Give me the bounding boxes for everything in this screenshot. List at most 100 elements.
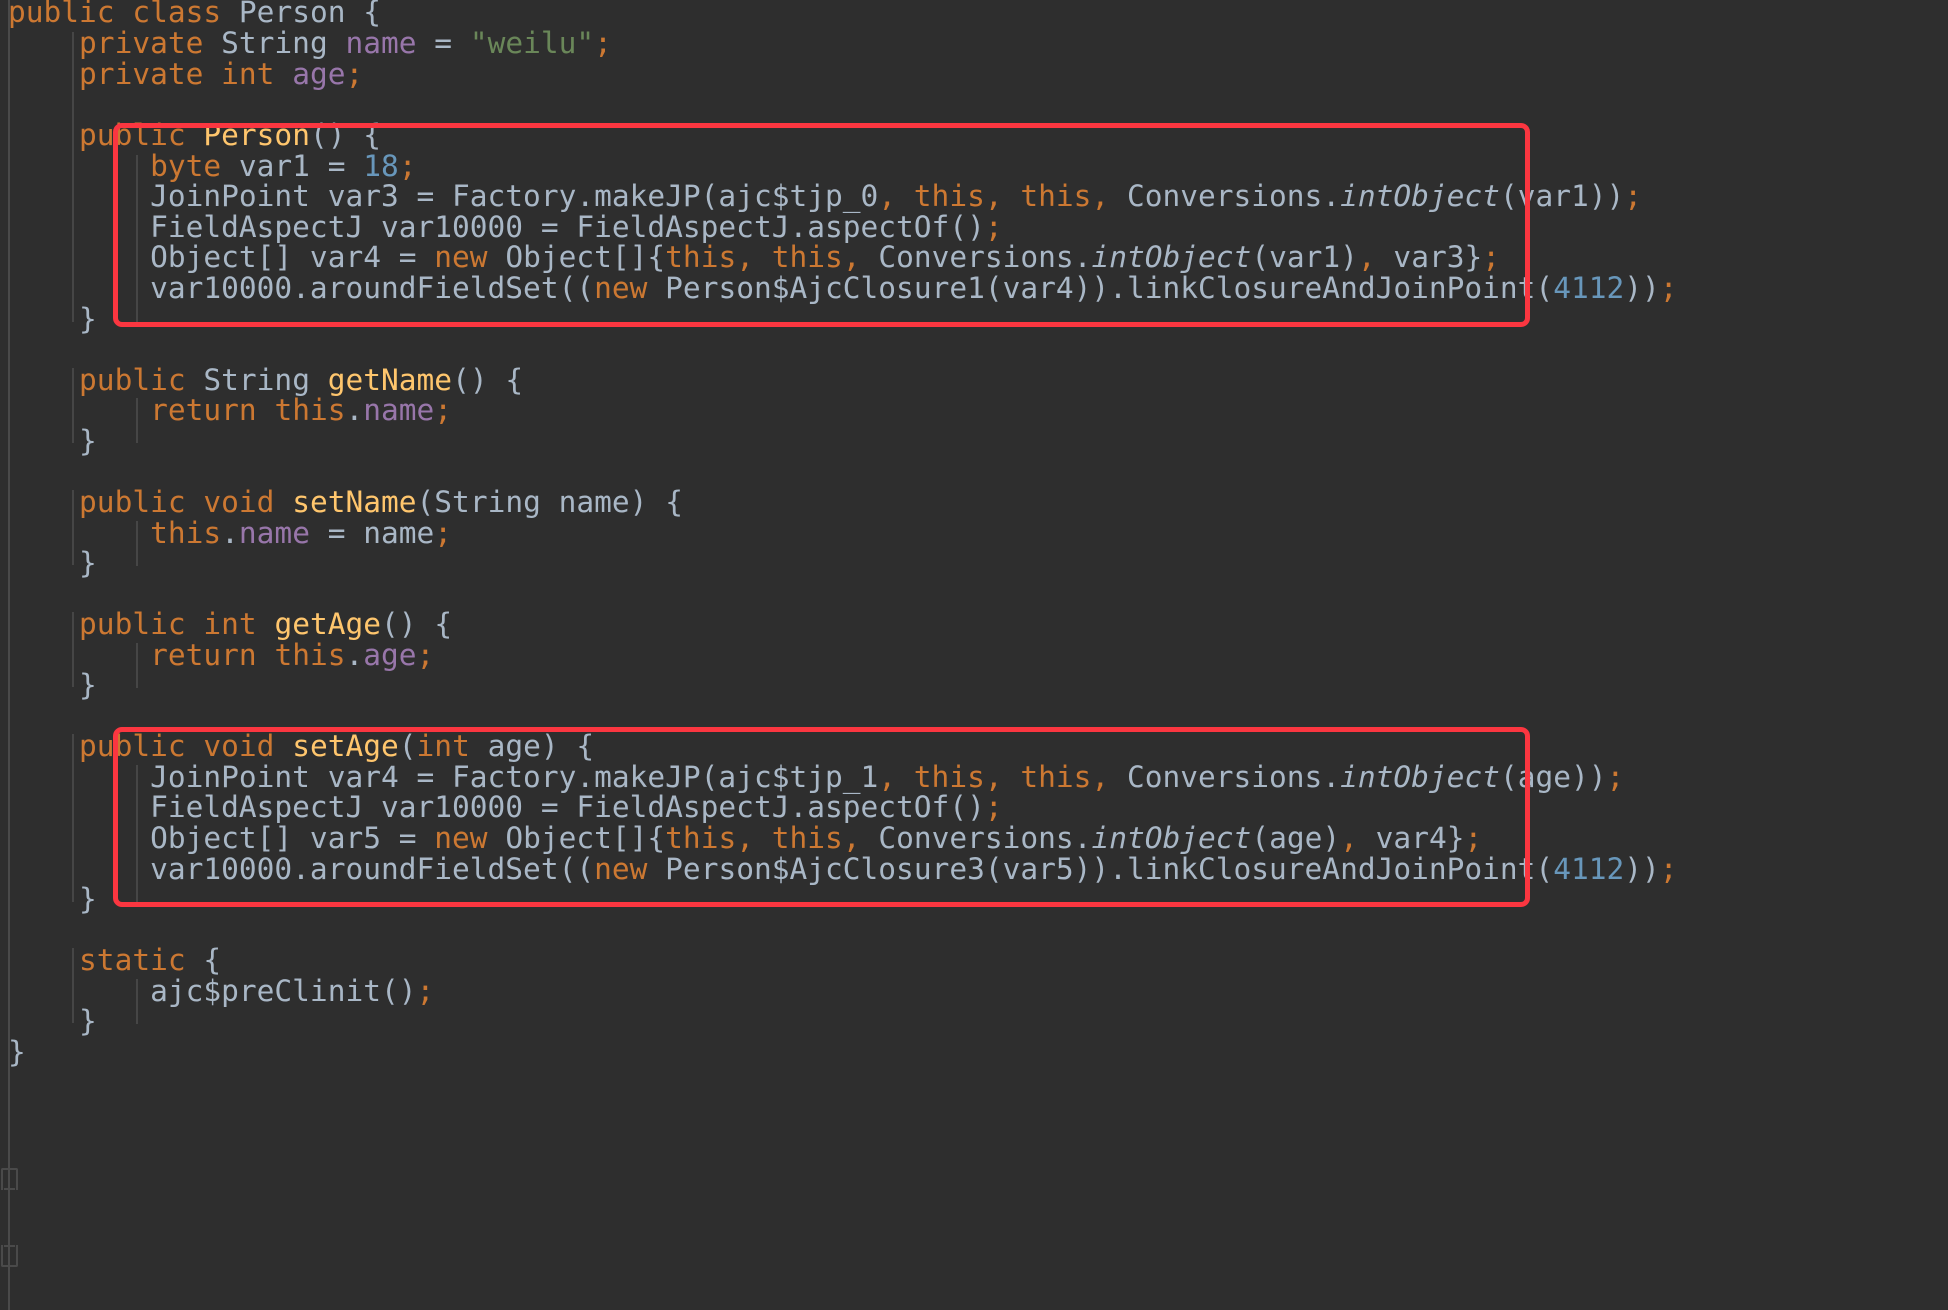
code-token: new [594,852,648,886]
code-line-3[interactable]: private int age; [8,59,363,90]
code-line-6[interactable]: byte var1 = 18; [8,149,417,183]
code-line-28[interactable]: Object[] var5 = new Object[]{this, this,… [8,823,1482,854]
code-line-25[interactable]: public void setAge(int age) { [8,731,594,762]
code-token: () { [309,118,382,152]
code-line-35[interactable]: } [8,1037,26,1068]
code-line-22[interactable]: return this.age; [8,640,434,671]
code-token: 4112 [1553,852,1625,886]
code-line-9[interactable]: Object[] var4 = new Object[]{this, this,… [8,242,1500,273]
code-token: this [665,821,737,855]
code-token: getName [327,363,453,397]
code-token: var10000.aroundFieldSet(( [8,271,595,305]
code-line-13[interactable]: public String getName() { [8,365,523,396]
code-line-23[interactable]: } [8,670,97,701]
code-token: new [434,240,488,274]
code-token: this [150,516,222,550]
code-token: Object[] var4 = [8,240,435,274]
code-token: name [238,516,310,550]
code-token: this [1020,179,1092,213]
code-token: var10000.aroundFieldSet(( [8,852,595,886]
code-token: name [363,393,435,427]
code-line-19[interactable]: } [8,548,97,579]
code-token: (age) [1251,821,1341,855]
code-line-14[interactable]: return this.name; [8,395,452,426]
code-token: setAge [292,729,399,763]
code-editor-view[interactable]: public class Person { private String nam… [0,0,1948,1310]
code-token: class [132,0,222,29]
code-token: var1 = [221,149,364,183]
code-line-1[interactable]: public class Person { [8,0,381,28]
code-token: int [416,729,470,763]
code-token: Object[] var5 = [8,821,435,855]
code-line-30[interactable]: } [8,884,97,915]
code-line-33[interactable]: ajc$preClinit(); [8,976,434,1007]
code-token: this [771,240,843,274]
code-line-17[interactable]: public void setName(String name) { [8,487,683,518]
code-token: String [221,26,328,60]
code-line-10[interactable]: var10000.aroundFieldSet((new Person$AjcC… [8,271,1677,305]
code-token: age) { [469,729,595,763]
code-token: } [8,1004,97,1038]
code-token: String [434,485,541,519]
code-token: , [1091,760,1110,794]
code-token: ; [594,26,612,60]
code-token: , [1091,179,1110,213]
code-line-7[interactable]: JoinPoint var3 = Factory.makeJP(ajc$tjp_… [8,181,1642,212]
code-line-11[interactable]: } [8,304,97,335]
code-line-32[interactable]: static { [8,945,221,976]
code-token: ; [398,149,417,183]
code-line-34[interactable]: } [8,1006,97,1037]
code-line-29[interactable]: var10000.aroundFieldSet((new Person$AjcC… [8,852,1678,886]
code-token: private [79,26,204,60]
code-token: ajc$preClinit() [8,974,417,1008]
code-content[interactable]: public class Person { private String nam… [0,0,1948,1310]
code-token: ; [1659,852,1678,886]
code-token: var4} [1357,821,1465,855]
code-token: getAge [274,607,382,641]
code-line-21[interactable]: public int getAge() { [8,609,452,640]
code-line-15[interactable]: } [8,426,97,457]
code-token: ; [1606,760,1625,794]
code-token: { [345,0,382,29]
code-token: ( [416,485,435,519]
code-line-27[interactable]: FieldAspectJ var10000 = FieldAspectJ.asp… [8,792,1003,823]
code-token: this [913,760,985,794]
code-token: Person$AjcClosure1(var4)).linkClosureAnd… [647,271,1554,305]
code-token: , [736,240,754,274]
code-token: , [842,240,861,274]
code-token: int [221,57,275,91]
code-token: Conversions. [1126,760,1341,794]
code-token: intObject [1340,760,1500,794]
code-token: Object[]{ [487,240,666,274]
code-token: Conversions. [878,240,1092,274]
code-line-8[interactable]: FieldAspectJ var10000 = FieldAspectJ.asp… [8,212,1003,243]
code-token: (var1)) [1499,179,1625,213]
code-token: public [8,0,115,29]
code-token: } [8,1035,26,1069]
code-token: , [984,760,1003,794]
code-token: 18 [363,149,399,183]
code-token: 4112 [1553,271,1625,305]
code-token: return [150,393,257,427]
code-token: ( [398,729,417,763]
code-token: } [8,668,97,702]
code-line-2[interactable]: private String name = "weilu"; [8,28,612,59]
code-line-26[interactable]: JoinPoint var4 = Factory.makeJP(ajc$tjp_… [8,762,1624,793]
code-line-18[interactable]: this.name = name; [8,518,452,549]
code-token: (var1) [1251,240,1358,274]
code-line-5[interactable]: public Person() { [8,120,381,151]
